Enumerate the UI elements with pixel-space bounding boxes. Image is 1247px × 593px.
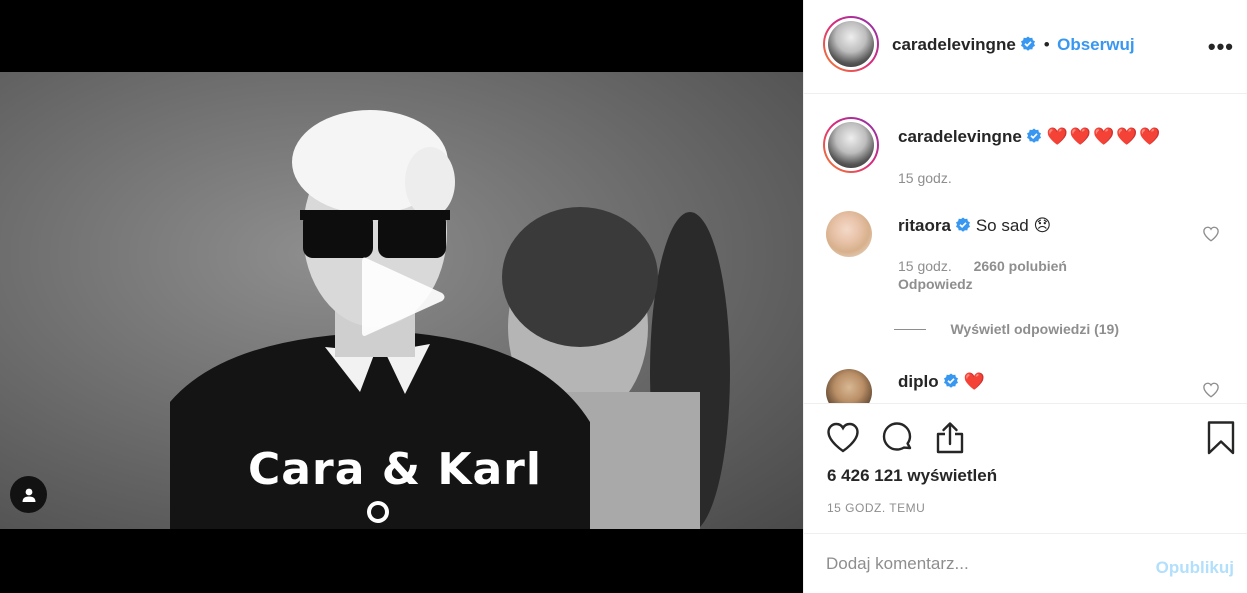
reply-button[interactable]: Odpowiedz [898,276,973,292]
replies-divider [894,329,926,331]
caption-time[interactable]: 15 godz. [898,170,952,186]
view-count[interactable]: 6 426 121 wyświetleń [827,466,997,486]
comment-time[interactable]: 15 godz. [898,258,952,274]
like-comment-heart-icon[interactable] [1202,381,1220,399]
post-media: Cara & Karl [0,0,803,593]
comment-text: So sad 😞 [975,216,1052,235]
post-sidebar: caradelevingne • Obserwuj ••• caradelevi… [803,0,1247,593]
comment-row: ritaora So sad 😞 [898,216,1051,236]
bookmark-icon[interactable] [1203,420,1239,456]
post-actions: 6 426 121 wyświetleń 15 GODZ. TEMU [804,403,1247,533]
header-user-row: caradelevingne • Obserwuj [892,35,1135,55]
publish-button[interactable]: Opublikuj [1156,558,1234,578]
video-overlay-title: Cara & Karl [248,444,542,495]
comment-input[interactable] [826,554,1126,574]
comment-username[interactable]: ritaora [898,216,951,235]
share-icon[interactable] [932,420,968,456]
verified-badge-icon [944,373,959,388]
comments-list[interactable]: caradelevingne ❤️❤️❤️❤️❤️ 15 godz. ritao… [804,95,1247,403]
like-comment-heart-icon[interactable] [1202,225,1220,243]
caption-row: caradelevingne ❤️❤️❤️❤️❤️ [898,127,1163,147]
header-separator: • [1043,35,1050,54]
comment-likes[interactable]: 2660 polubień [974,258,1067,274]
comment-row: diplo ❤️ [898,372,985,392]
comment-avatar[interactable] [826,369,872,403]
add-comment-bar: Opublikuj [804,533,1247,593]
caption-text: ❤️❤️❤️❤️❤️ [1046,127,1163,146]
play-icon[interactable] [358,252,448,342]
post-time[interactable]: 15 GODZ. TEMU [827,501,925,515]
comment-avatar[interactable] [826,211,872,257]
comment-meta: 15 godz. 2660 polubień [898,258,1067,274]
video-player[interactable]: Cara & Karl [0,72,803,529]
more-options-icon[interactable]: ••• [1208,36,1234,58]
post-header: caradelevingne • Obserwuj ••• [804,0,1247,94]
comment-username[interactable]: diplo [898,372,939,391]
author-avatar[interactable] [823,16,879,72]
follow-button[interactable]: Obserwuj [1057,35,1134,54]
caption-username[interactable]: caradelevingne [898,127,1022,146]
comment-bubble-icon[interactable] [879,420,915,456]
like-heart-icon[interactable] [825,420,861,456]
verified-badge-icon [1021,36,1036,51]
author-username[interactable]: caradelevingne [892,35,1016,54]
caption-avatar[interactable] [823,117,879,173]
view-replies[interactable]: Wyświetl odpowiedzi (19) [894,321,1119,339]
comment-text: ❤️ [963,372,985,391]
view-replies-label[interactable]: Wyświetl odpowiedzi (19) [950,321,1119,337]
user-icon [22,488,35,502]
verified-badge-icon [1027,128,1042,143]
tagged-users-button[interactable] [10,476,47,513]
verified-badge-icon [956,217,971,232]
